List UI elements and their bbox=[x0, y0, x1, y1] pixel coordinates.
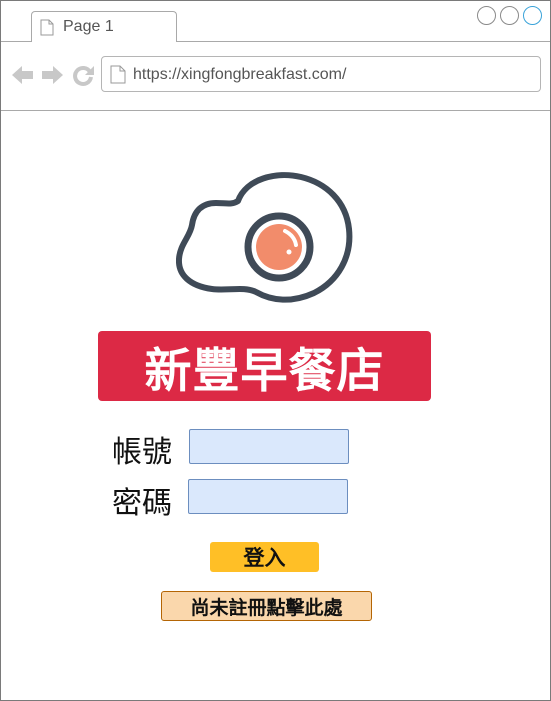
browser-chrome: Page 1 https://xingfongbreakfast.com/ bbox=[1, 1, 550, 111]
password-input[interactable] bbox=[188, 479, 348, 514]
document-icon bbox=[40, 19, 54, 36]
url-text: https://xingfongbreakfast.com/ bbox=[133, 66, 347, 83]
window-control-button[interactable] bbox=[477, 6, 496, 25]
arrow-right-icon[interactable] bbox=[40, 63, 64, 87]
window-control-button[interactable] bbox=[523, 6, 542, 25]
window-control-button[interactable] bbox=[500, 6, 519, 25]
browser-tab[interactable]: Page 1 bbox=[31, 11, 177, 42]
password-label: 密碼 bbox=[112, 486, 172, 521]
tab-title: Page 1 bbox=[63, 18, 114, 35]
register-button[interactable]: 尚未註冊點擊此處 bbox=[161, 591, 372, 621]
fried-egg-icon bbox=[176, 172, 353, 303]
browser-window: Page 1 https://xingfongbreakfast.com/ 新豐… bbox=[0, 0, 551, 701]
document-icon bbox=[110, 65, 126, 84]
login-button[interactable]: 登入 bbox=[210, 542, 319, 572]
arrow-left-icon[interactable] bbox=[11, 63, 35, 87]
account-label: 帳號 bbox=[112, 435, 172, 470]
reload-icon[interactable] bbox=[71, 63, 95, 87]
store-name: 新豐早餐店 bbox=[144, 343, 385, 399]
store-name-banner: 新豐早餐店 bbox=[98, 331, 431, 401]
account-input[interactable] bbox=[189, 429, 349, 464]
address-bar[interactable]: https://xingfongbreakfast.com/ bbox=[101, 56, 541, 92]
